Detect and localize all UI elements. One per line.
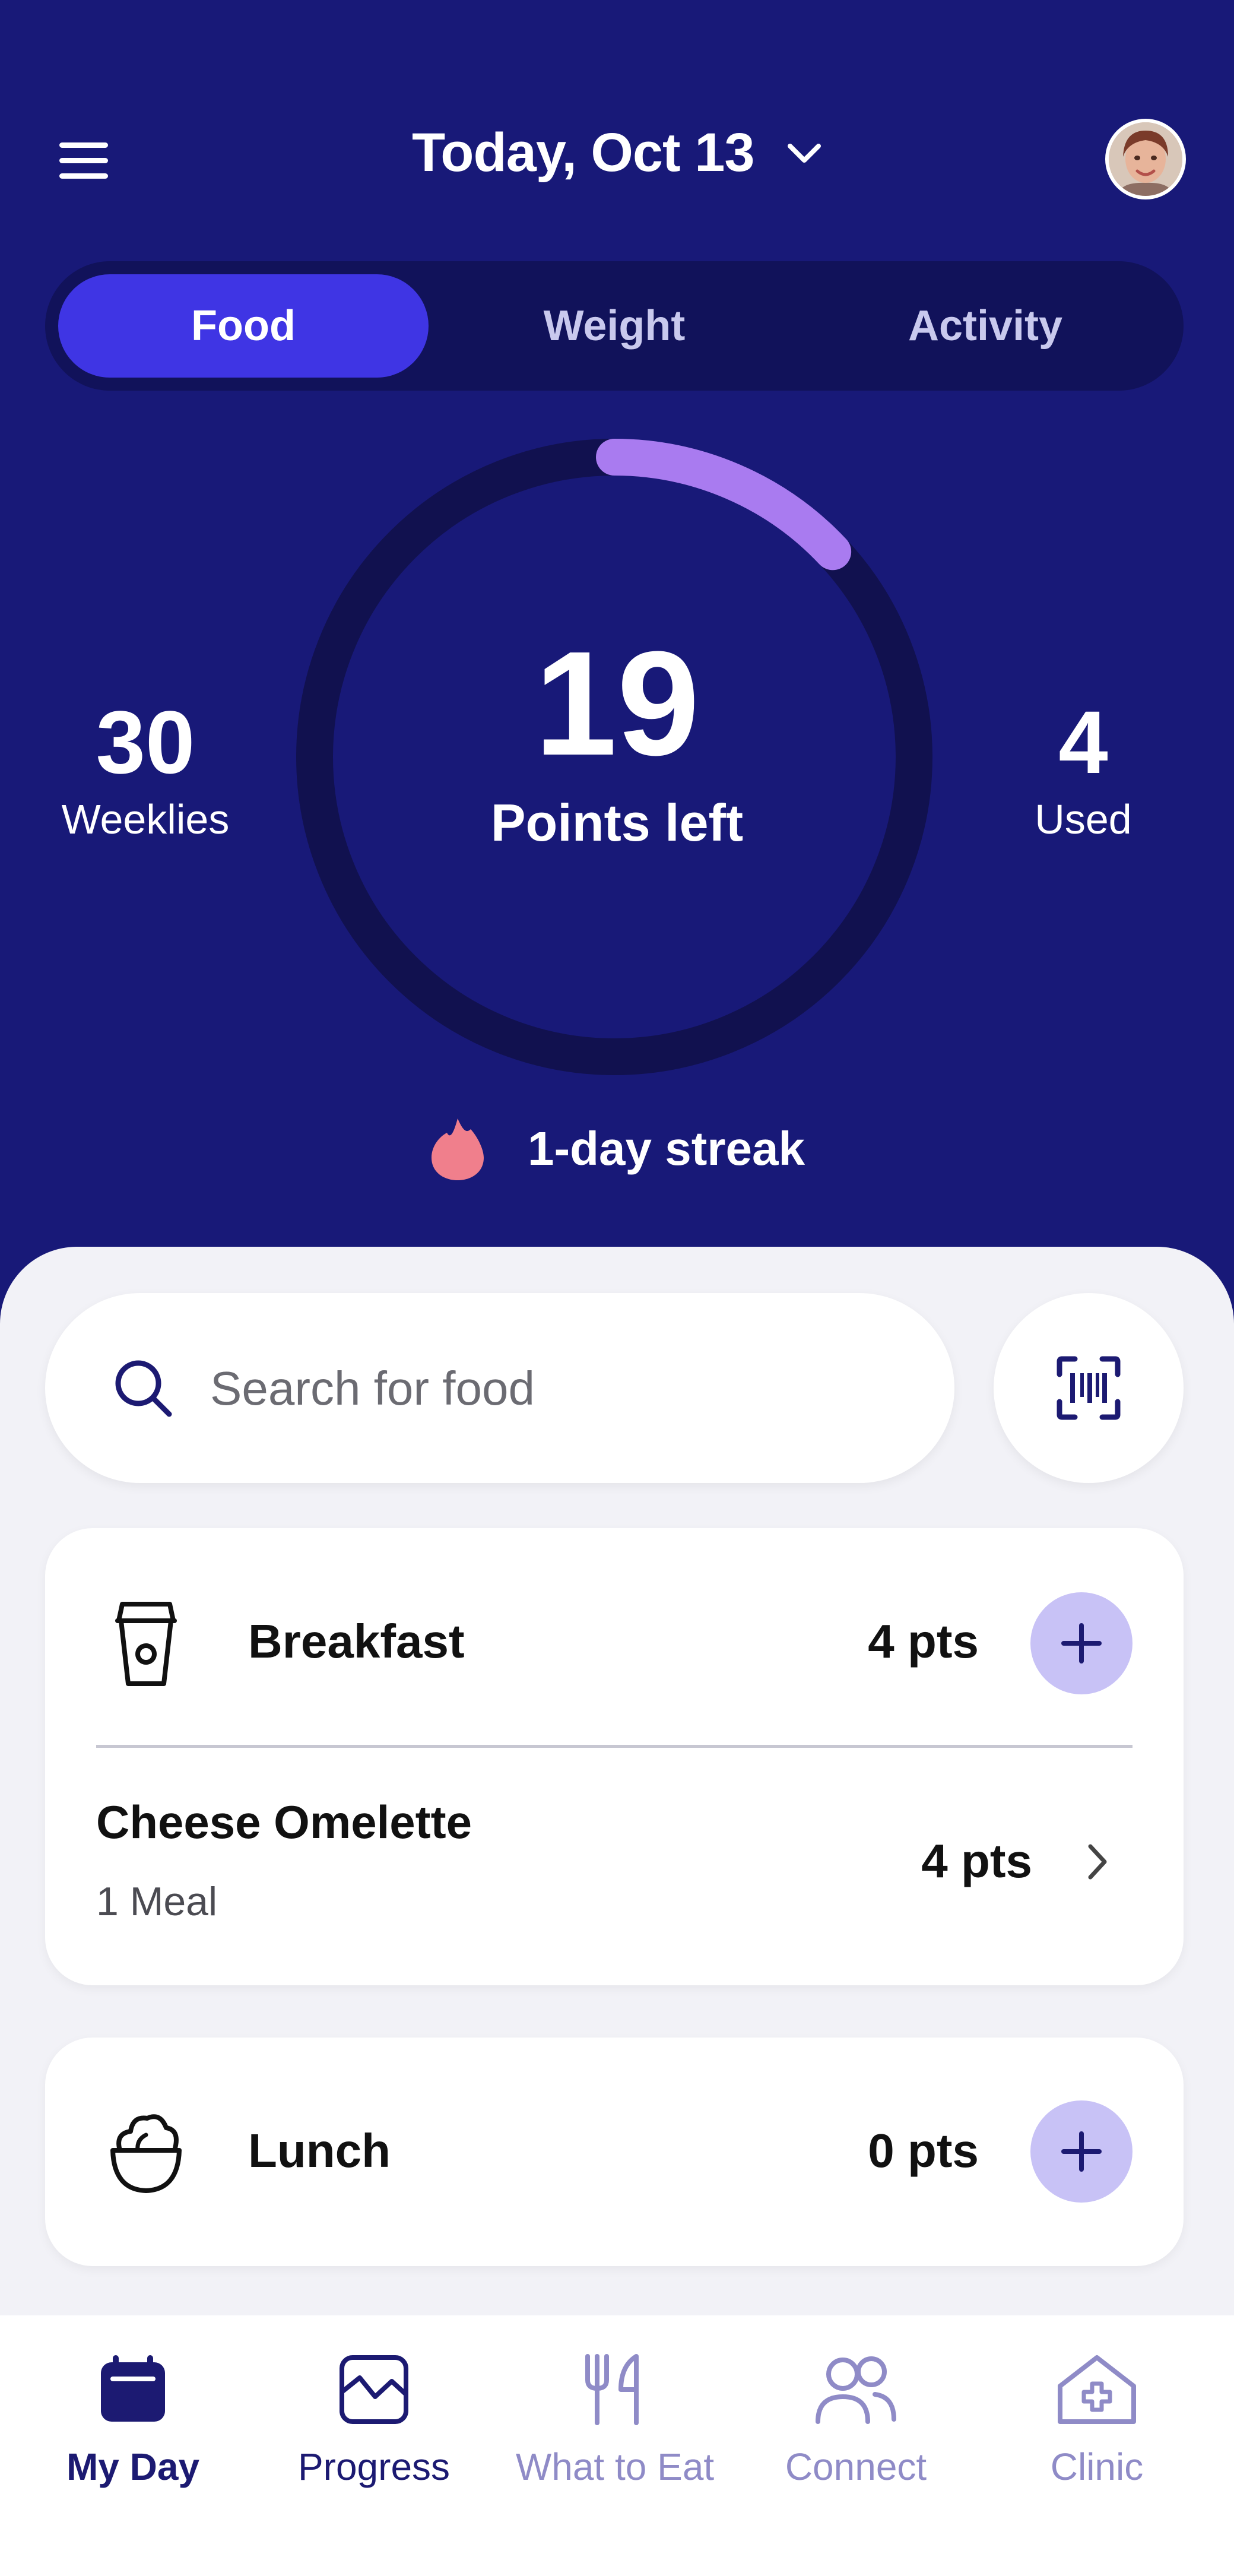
plus-icon (1061, 1623, 1102, 1664)
tab-food[interactable]: Food (58, 274, 429, 378)
nav-clinic[interactable]: Clinic (973, 2315, 1220, 2576)
nav-label: Progress (297, 2445, 451, 2488)
food-entry-title: Cheese Omelette (96, 1796, 472, 1848)
streak-text: 1-day streak (528, 1122, 805, 1175)
tab-activity[interactable]: Activity (800, 274, 1170, 378)
meal-points: 4 pts (868, 1615, 979, 1668)
meal-points: 0 pts (868, 2124, 979, 2177)
segmented-tabs: Food Weight Activity (45, 261, 1184, 391)
nav-connect[interactable]: Connect (732, 2315, 979, 2576)
clinic-icon (1058, 2355, 1136, 2424)
nav-label: What to Eat (515, 2445, 715, 2488)
profile-avatar[interactable] (1105, 119, 1186, 199)
flame-icon (432, 1119, 484, 1180)
meal-title: Lunch (248, 2124, 391, 2177)
nav-what-to-eat[interactable]: What to Eat (491, 2315, 738, 2576)
date-title[interactable]: Today, Oct 13 (412, 122, 755, 184)
nav-label: My Day (66, 2445, 200, 2488)
add-breakfast-button[interactable] (1030, 1592, 1133, 1694)
people-icon (816, 2356, 896, 2424)
divider (96, 1745, 1133, 1748)
meal-card-breakfast: Breakfast 4 pts Cheese Omelette 1 Meal 4… (45, 1528, 1184, 1985)
food-entry-subtitle: 1 Meal (96, 1879, 218, 1924)
date-selector[interactable]: Today, Oct 13 (0, 122, 1234, 184)
barcode-scan-button[interactable] (994, 1293, 1184, 1483)
points-ring-progress (596, 439, 852, 571)
used-label: Used (1035, 796, 1132, 842)
fork-knife-icon (585, 2354, 639, 2425)
calendar-icon (101, 2355, 165, 2422)
bottom-nav: My Day Progress What to Eat Connect Clin… (0, 2315, 1234, 2576)
salad-bowl-icon (110, 2114, 182, 2193)
chevron-right-icon (1088, 1844, 1107, 1880)
used-value: 4 (1058, 692, 1108, 792)
nav-label: Connect (785, 2445, 927, 2488)
avatar-photo (1109, 122, 1182, 196)
search-icon (115, 1360, 172, 1417)
add-lunch-button[interactable] (1030, 2100, 1133, 2203)
streak-indicator[interactable]: 1-day streak (0, 1116, 1234, 1181)
search-placeholder: Search for food (210, 1362, 535, 1415)
search-input[interactable]: Search for food (45, 1293, 954, 1483)
coffee-cup-icon (115, 1602, 177, 1686)
chevron-down-icon[interactable] (786, 141, 822, 165)
meal-card-lunch: Lunch 0 pts (45, 2038, 1184, 2266)
food-entry-points: 4 pts (921, 1834, 1032, 1887)
barcode-scan-icon (1057, 1356, 1121, 1420)
meal-title: Breakfast (248, 1615, 465, 1668)
hero-section: Today, Oct 13 Food Weight Activity 30 We… (0, 0, 1234, 1365)
chart-icon (340, 2355, 408, 2424)
nav-my-day[interactable]: My Day (9, 2315, 256, 2576)
nav-label: Clinic (1050, 2445, 1144, 2488)
plus-icon (1061, 2131, 1102, 2172)
tab-weight[interactable]: Weight (429, 274, 800, 378)
nav-progress[interactable]: Progress (250, 2315, 497, 2576)
